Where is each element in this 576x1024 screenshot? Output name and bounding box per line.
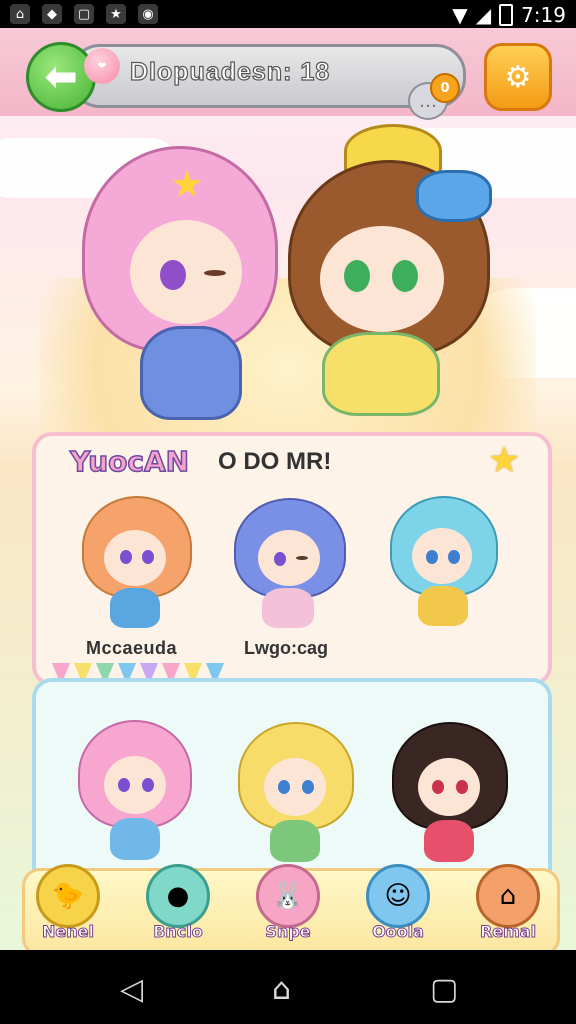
back-button[interactable]: ⬅ <box>26 42 96 112</box>
back-triangle-icon[interactable]: ◁ <box>120 972 143 1007</box>
eye <box>456 780 468 794</box>
face <box>104 530 166 586</box>
character-name: Mccaeuda <box>86 638 178 658</box>
eye <box>302 780 314 794</box>
character-card[interactable] <box>390 722 508 872</box>
eye <box>204 270 226 276</box>
nav-label: Ooola <box>372 922 425 942</box>
eye <box>426 550 438 564</box>
eye <box>296 556 308 560</box>
dress <box>322 332 440 416</box>
face <box>412 528 472 584</box>
bunny-icon: 🐰 <box>256 864 320 928</box>
clock: 7:19 <box>521 3 566 27</box>
nav-label: Nenel <box>42 922 95 942</box>
app-icon-5: ◉ <box>138 4 158 24</box>
outfit <box>270 820 320 862</box>
character-name: Lwgo:cag <box>244 638 328 658</box>
star-hairclip-icon: ★ <box>170 162 205 206</box>
bow-icon <box>416 170 492 222</box>
eye <box>344 260 370 292</box>
nav-label: Bnclo <box>153 922 204 942</box>
status-right: ▼ ◢ 7:19 <box>452 3 566 27</box>
nav-snpe[interactable]: 🐰 Snpe <box>238 864 338 950</box>
face <box>418 758 480 816</box>
game-screen: ⬅ ❤ Dlopuadesn: 18 … 0 ⚙ ★ YuocAN O DO M… <box>0 28 576 950</box>
eye <box>142 778 154 792</box>
face <box>264 758 326 816</box>
blob-icon: ● <box>146 864 210 928</box>
face <box>320 226 444 332</box>
character-card[interactable] <box>76 720 192 870</box>
gear-icon: ⚙ <box>504 59 532 95</box>
nav-label: Snpe <box>265 922 311 942</box>
status-bar: ⌂ ◆ ▢ ★ ◉ ▼ ◢ 7:19 <box>0 0 576 28</box>
hero-character-right[interactable] <box>282 124 494 424</box>
notification-icons: ⌂ ◆ ▢ ★ ◉ <box>10 4 158 24</box>
hero-character-left[interactable]: ★ <box>78 146 278 436</box>
eye <box>274 552 286 566</box>
character-card[interactable] <box>80 496 192 636</box>
star-icon[interactable]: ★ <box>488 440 520 481</box>
eye <box>118 778 130 792</box>
outfit <box>110 818 160 860</box>
eye <box>120 550 132 564</box>
ghost-icon: ☺ <box>366 864 430 928</box>
battery-icon <box>499 4 514 26</box>
eye <box>392 260 418 292</box>
character-card[interactable] <box>236 722 354 872</box>
home-icon[interactable]: ⌂ <box>272 972 291 1007</box>
eye <box>448 550 460 564</box>
panel-title: YuocAN <box>69 444 190 479</box>
panel-subtitle: O DO MR! <box>218 448 332 475</box>
settings-button[interactable]: ⚙ <box>484 43 552 111</box>
outfit <box>262 588 314 628</box>
back-arrow-icon: ⬅ <box>44 54 78 100</box>
heart-icon: ❤ <box>84 48 120 84</box>
nav-bnclo[interactable]: ● Bnclo <box>128 864 228 950</box>
system-nav-bar: ◁ ⌂ ▢ <box>0 950 576 1024</box>
outfit <box>418 586 468 626</box>
notification-badge: 0 <box>430 73 460 103</box>
character-card[interactable] <box>388 496 498 636</box>
nav-label: Remal <box>479 922 537 942</box>
app-icon-4: ★ <box>106 4 126 24</box>
eye <box>278 780 290 794</box>
nav-ooola[interactable]: ☺ Ooola <box>348 864 448 950</box>
eye <box>160 260 186 290</box>
eye <box>432 780 444 794</box>
signal-icon: ◢ <box>475 3 492 27</box>
chick-icon: 🐤 <box>36 864 100 928</box>
face <box>258 530 320 586</box>
face <box>104 756 166 814</box>
outfit <box>424 820 474 862</box>
house-icon: ⌂ <box>476 864 540 928</box>
nav-nenel[interactable]: 🐤 Nenel <box>18 864 118 950</box>
app-icon-2: ◆ <box>42 4 62 24</box>
page-title: Dlopuadesn: 18 <box>129 57 331 86</box>
nav-remal[interactable]: ⌂ Remal <box>458 864 558 950</box>
app-icon-1: ⌂ <box>10 4 30 24</box>
character-card[interactable] <box>232 498 346 638</box>
outfit <box>110 588 160 628</box>
wifi-icon: ▼ <box>452 3 468 27</box>
dress <box>140 326 242 420</box>
app-icon-3: ▢ <box>74 4 94 24</box>
recents-icon[interactable]: ▢ <box>430 972 458 1007</box>
eye <box>142 550 154 564</box>
